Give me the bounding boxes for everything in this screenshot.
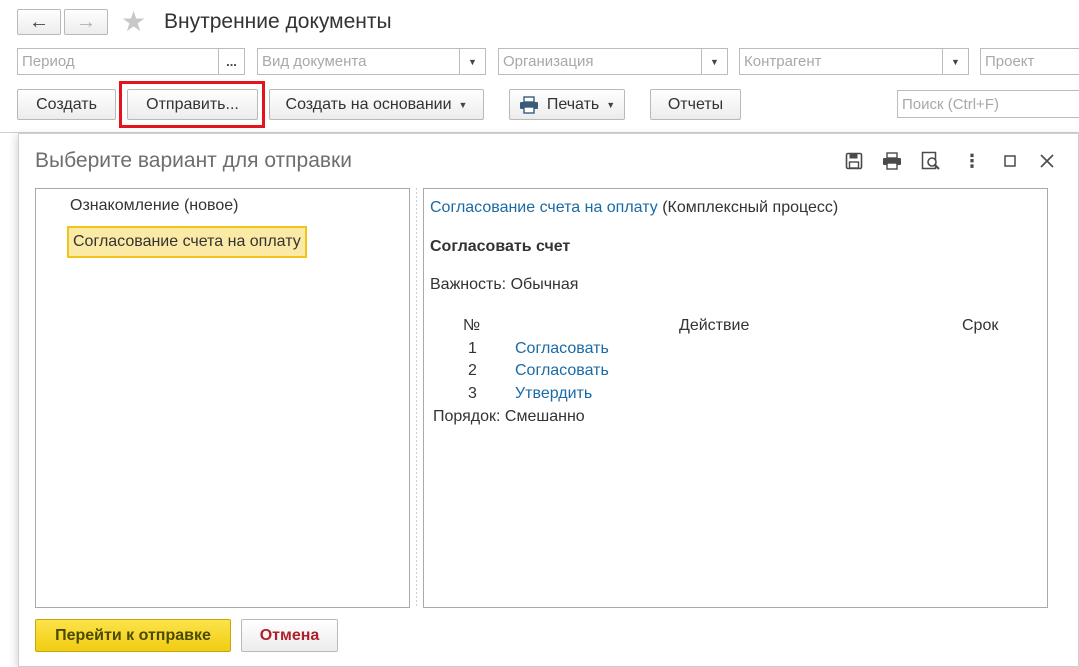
period-field[interactable]: Период ... xyxy=(17,48,245,75)
create-based-on-button[interactable]: Создать на основании ▼ xyxy=(269,89,484,120)
column-header-action: Действие xyxy=(679,317,750,334)
project-placeholder: Проект xyxy=(985,53,1035,70)
send-variant-dialog: Выберите вариант для отправки ⋮ Ознакомл… xyxy=(18,133,1079,667)
chevron-down-icon: ▼ xyxy=(606,99,616,110)
favorite-star-icon[interactable]: ★ xyxy=(121,7,146,37)
task-name: Согласовать счет xyxy=(430,238,571,255)
variant-details: Согласование счета на оплату (Комплексны… xyxy=(423,188,1048,608)
printer-icon[interactable] xyxy=(881,151,903,171)
variant-item-invoice-approval[interactable]: Согласование счета на оплату xyxy=(67,226,307,258)
back-button[interactable]: ← xyxy=(17,9,61,35)
action-link[interactable]: Согласовать xyxy=(515,339,609,359)
forward-button[interactable]: → xyxy=(64,9,108,35)
chevron-down-icon[interactable]: ▼ xyxy=(942,49,968,74)
search-input[interactable]: Поиск (Ctrl+F) xyxy=(897,90,1079,118)
row-number: 3 xyxy=(468,385,477,402)
importance-label: Важность: xyxy=(430,276,507,293)
process-link[interactable]: Согласование счета на оплату xyxy=(430,199,658,216)
chevron-down-icon[interactable]: ▼ xyxy=(459,49,485,74)
importance-value: Обычная xyxy=(510,276,579,293)
more-options-icon[interactable]: ⋮ xyxy=(961,151,983,171)
row-number: 2 xyxy=(468,362,477,379)
organization-placeholder: Организация xyxy=(503,53,594,70)
row-number: 1 xyxy=(468,340,477,357)
create-based-on-label: Создать на основании xyxy=(285,95,452,113)
organization-field[interactable]: Организация ▼ xyxy=(498,48,728,75)
counterparty-placeholder: Контрагент xyxy=(744,53,822,70)
pane-splitter[interactable] xyxy=(413,188,419,608)
chevron-down-icon: ▼ xyxy=(458,99,468,110)
print-label: Печать xyxy=(546,95,600,113)
maximize-icon[interactable] xyxy=(999,151,1021,171)
variant-item-familiarization[interactable]: Ознакомление (новое) xyxy=(70,196,238,216)
create-button[interactable]: Создать xyxy=(17,89,116,120)
column-header-deadline: Срок xyxy=(962,317,999,334)
process-type: (Комплексный процесс) xyxy=(662,199,839,216)
variant-list: Ознакомление (новое) Согласование счета … xyxy=(35,188,410,608)
save-icon[interactable] xyxy=(843,151,865,171)
action-link[interactable]: Утвердить xyxy=(515,384,592,404)
cancel-button[interactable]: Отмена xyxy=(241,619,338,652)
go-to-send-button[interactable]: Перейти к отправке xyxy=(35,619,231,652)
counterparty-field[interactable]: Контрагент ▼ xyxy=(739,48,969,75)
reports-button[interactable]: Отчеты xyxy=(650,89,741,120)
period-select-button[interactable]: ... xyxy=(218,49,244,74)
doc-type-placeholder: Вид документа xyxy=(262,53,367,70)
dialog-title: Выберите вариант для отправки xyxy=(35,149,352,172)
page-title: Внутренние документы xyxy=(164,10,392,33)
printer-icon xyxy=(519,95,538,114)
preview-icon[interactable] xyxy=(920,151,942,171)
order-value: Смешанно xyxy=(504,408,585,425)
action-link[interactable]: Согласовать xyxy=(515,361,609,381)
print-button[interactable]: Печать ▼ xyxy=(509,89,625,120)
period-placeholder: Период xyxy=(22,53,75,70)
arrow-right-icon: → xyxy=(76,10,96,33)
order-label: Порядок: xyxy=(433,408,501,425)
arrow-left-icon: ← xyxy=(29,10,49,33)
send-button-highlight xyxy=(119,81,265,128)
project-field[interactable]: Проект xyxy=(980,48,1079,75)
doc-type-field[interactable]: Вид документа ▼ xyxy=(257,48,486,75)
close-icon[interactable] xyxy=(1036,151,1058,171)
column-header-number: № xyxy=(463,317,481,334)
chevron-down-icon[interactable]: ▼ xyxy=(701,49,727,74)
